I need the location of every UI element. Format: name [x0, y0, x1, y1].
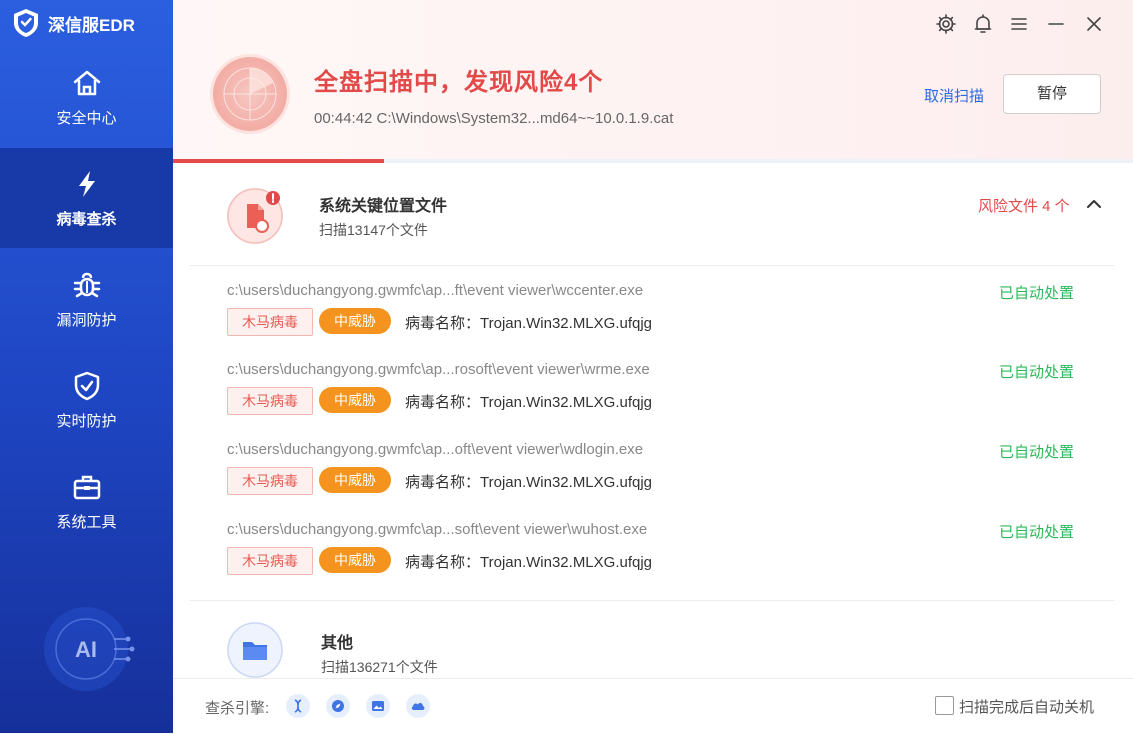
- menu-icon[interactable]: [1008, 13, 1030, 35]
- image-engine-icon[interactable]: [366, 694, 390, 718]
- divider: [190, 265, 1114, 266]
- virus-name: 病毒名称：Trojan.Win32.MLXG.ufqjg: [405, 394, 653, 411]
- scan-status-title: 全盘扫描中，发现风险4个: [314, 69, 604, 96]
- tag-threat-level: 中威胁: [319, 467, 391, 493]
- radar-icon: [223, 67, 277, 121]
- scan-header: 全盘扫描中，发现风险4个 00:44:42 C:\Windows\System3…: [173, 0, 1133, 163]
- gear-icon[interactable]: [935, 13, 957, 35]
- minimize-icon[interactable]: [1045, 13, 1067, 35]
- auto-shutdown-label[interactable]: 扫描完成后自动关机: [959, 696, 1094, 717]
- virus-name: 病毒名称：Trojan.Win32.MLXG.ufqjg: [405, 315, 653, 332]
- engine-label: 查杀引擎:: [205, 700, 270, 717]
- home-icon: [73, 70, 100, 95]
- brand-name: 深信服EDR: [48, 15, 135, 35]
- file-path: c:\users\duchangyong.gwmfc\ap...rosoft\e…: [227, 361, 650, 378]
- sidebar-item-label: 系统工具: [56, 513, 117, 531]
- chevron-up-icon[interactable]: [1084, 194, 1104, 214]
- sidebar-item-security-center[interactable]: 安全中心: [0, 47, 173, 147]
- compass-engine-icon[interactable]: [326, 694, 350, 718]
- sidebar-item-realtime-protection[interactable]: 实时防护: [0, 350, 173, 450]
- pause-button[interactable]: 暂停: [1003, 74, 1101, 114]
- toolbox-icon: [73, 475, 100, 499]
- shield-check-icon: [74, 371, 99, 400]
- tag-trojan: 木马病毒: [227, 387, 313, 415]
- bug-icon: [73, 272, 100, 297]
- tag-threat-level: 中威胁: [319, 308, 391, 334]
- cancel-scan-link[interactable]: 取消扫描: [924, 85, 984, 106]
- lightning-icon: [78, 170, 95, 197]
- sidebar-item-label: 安全中心: [56, 109, 117, 127]
- status-badge: 已自动处置: [999, 285, 1075, 302]
- group-title: 系统关键位置文件: [319, 198, 448, 215]
- group-title: 其他: [321, 635, 354, 652]
- file-path: c:\users\duchangyong.gwmfc\ap...oft\even…: [227, 441, 644, 458]
- risk-file-count[interactable]: 风险文件 4 个: [978, 195, 1070, 216]
- sidebar-item-virus-scan[interactable]: 病毒查杀: [0, 148, 173, 248]
- ai-badge: AI: [36, 604, 136, 694]
- virus-name: 病毒名称：Trojan.Win32.MLXG.ufqjg: [405, 474, 653, 491]
- file-path: c:\users\duchangyong.gwmfc\ap...soft\eve…: [227, 521, 648, 538]
- sidebar-item-label: 实时防护: [56, 412, 117, 430]
- ai-brain-icon: AI: [44, 607, 135, 691]
- shield-logo-icon: [14, 9, 38, 37]
- tag-trojan: 木马病毒: [227, 547, 313, 575]
- tag-trojan: 木马病毒: [227, 467, 313, 495]
- group-subtitle: 扫描136271个文件: [321, 659, 438, 675]
- scan-radar: [213, 57, 287, 131]
- file-path: c:\users\duchangyong.gwmfc\ap...ft\event…: [227, 282, 644, 299]
- brand: 深信服EDR: [12, 8, 135, 38]
- tag-threat-level: 中威胁: [319, 547, 391, 573]
- scan-results: 系统关键位置文件 扫描13147个文件 风险文件 4 个 c:\users\du…: [173, 163, 1133, 678]
- virus-name: 病毒名称：Trojan.Win32.MLXG.ufqjg: [405, 554, 653, 571]
- folder-icon: [227, 622, 283, 678]
- status-badge: 已自动处置: [999, 364, 1075, 381]
- other-files-group-icon: [227, 622, 283, 678]
- sidebar-item-vuln-protection[interactable]: 漏洞防护: [0, 249, 173, 349]
- footer-bar: 查杀引擎: 扫描完成后自动关机: [173, 678, 1133, 734]
- file-alert-icon: [227, 188, 283, 244]
- sidebar-item-label: 病毒查杀: [56, 210, 117, 228]
- svg-text:AI: AI: [75, 637, 97, 662]
- bell-icon[interactable]: [972, 13, 994, 35]
- close-icon[interactable]: [1083, 13, 1105, 35]
- gene-engine-icon[interactable]: [286, 694, 310, 718]
- sidebar-item-label: 漏洞防护: [56, 311, 117, 329]
- cloud-engine-icon[interactable]: [406, 694, 430, 718]
- tag-trojan: 木马病毒: [227, 308, 313, 336]
- tag-threat-level: 中威胁: [319, 387, 391, 413]
- sidebar: 深信服EDR 安全中心 病毒查杀 漏洞防护 实时防护 系统工具 AI: [0, 0, 173, 733]
- status-badge: 已自动处置: [999, 444, 1075, 461]
- status-badge: 已自动处置: [999, 524, 1075, 541]
- divider: [190, 600, 1114, 601]
- auto-shutdown-checkbox[interactable]: [935, 696, 954, 715]
- scan-current-file: 00:44:42 C:\Windows\System32...md64~~10.…: [314, 110, 674, 127]
- system-files-group-icon: [227, 188, 283, 244]
- sidebar-item-system-tools[interactable]: 系统工具: [0, 451, 173, 551]
- group-subtitle: 扫描13147个文件: [319, 222, 428, 238]
